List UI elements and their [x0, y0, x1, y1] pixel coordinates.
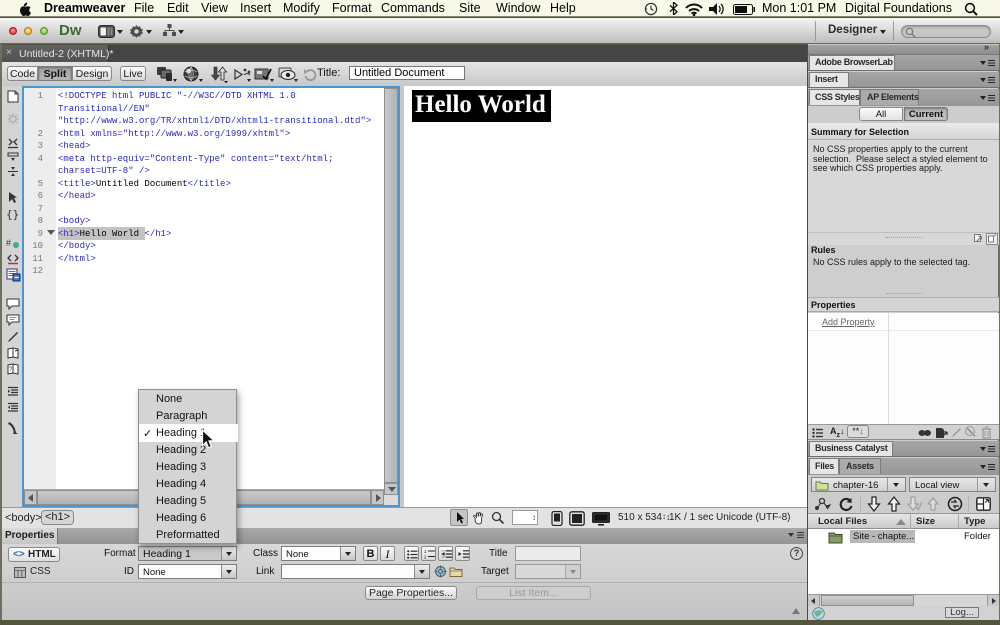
- svg-text:{}: {}: [6, 208, 19, 220]
- svg-text:1: 1: [424, 549, 427, 554]
- svg-text:#: #: [6, 238, 11, 248]
- svg-text:2: 2: [424, 555, 427, 560]
